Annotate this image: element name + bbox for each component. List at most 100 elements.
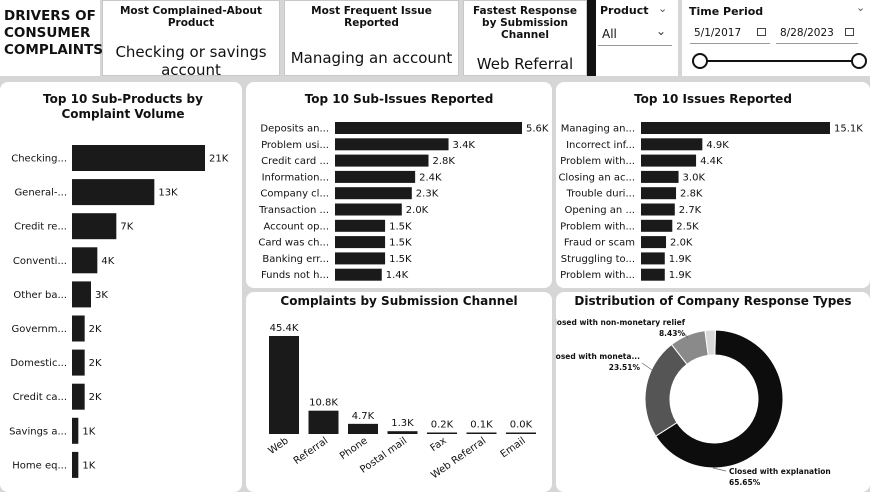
bar — [72, 247, 98, 274]
category-label: Governm... — [12, 324, 68, 335]
category-label: Savings a... — [9, 426, 67, 437]
bar — [641, 170, 679, 183]
category-label: Credit ca... — [13, 392, 67, 403]
product-selected-value: All — [602, 27, 617, 41]
value-label: 2.5K — [676, 221, 699, 232]
slice-percent-label: 8.43% — [659, 329, 686, 338]
bar — [427, 432, 457, 434]
value-label: 3.0K — [683, 172, 706, 183]
title-line-2: CONSUMER — [4, 25, 91, 41]
range-end-handle[interactable] — [851, 53, 867, 69]
bar — [506, 432, 536, 434]
value-label: 15.1K — [834, 124, 863, 135]
divider-bar — [587, 0, 596, 76]
category-label: Problem with... — [560, 221, 635, 232]
category-label: Credit re... — [14, 222, 67, 233]
responses-card: Distribution of Company Response Types C… — [556, 292, 870, 492]
value-label: 1.4K — [386, 270, 409, 281]
bar — [641, 122, 830, 134]
value-label: 10.8K — [309, 398, 338, 409]
bar — [641, 138, 703, 151]
range-start-handle[interactable] — [692, 53, 708, 69]
category-label: Email — [499, 435, 528, 460]
value-label: 3.4K — [453, 140, 476, 151]
title-line-3: COMPLAINTS — [4, 42, 104, 58]
bar — [72, 451, 79, 478]
bar — [335, 138, 449, 151]
subissues-card: Top 10 Sub-Issues Reported Deposits an..… — [246, 82, 552, 288]
bar — [641, 187, 677, 200]
category-label: Checking... — [11, 154, 67, 165]
kpi-value: Checking or savings account — [115, 43, 267, 79]
value-label: 4.4K — [700, 156, 723, 167]
category-label: Information... — [262, 172, 329, 183]
category-label: Referral — [292, 435, 330, 467]
bar — [335, 154, 429, 167]
responses-chart: Closed with explanation 65.65% Closed with… — [556, 318, 831, 487]
category-label: Problem usi... — [261, 140, 329, 151]
category-label: Card was ch... — [258, 238, 329, 249]
value-label: 2.8K — [680, 189, 703, 200]
end-date-input[interactable]: 8/28/2023 — [776, 24, 858, 44]
subproducts-card: Top 10 Sub-Products by Complaint Volume … — [0, 82, 242, 492]
bar — [335, 252, 386, 265]
kpi-value: Web Referral — [476, 55, 574, 73]
bar — [72, 213, 117, 240]
slice-percent-label: 65.65% — [729, 478, 761, 487]
value-label: 4.7K — [352, 411, 375, 422]
start-date-value: 5/1/2017 — [694, 27, 742, 39]
category-label: Domestic... — [10, 358, 67, 369]
value-label: 2.3K — [416, 189, 439, 200]
chevron-down-icon[interactable]: ⌄ — [856, 1, 865, 14]
category-label: Struggling to... — [561, 254, 635, 265]
value-label: 0.0K — [510, 420, 533, 431]
chevron-down-icon[interactable]: ⌄ — [658, 2, 667, 15]
bar — [72, 383, 85, 410]
category-label: Incorrect inf... — [566, 140, 635, 151]
category-label: Fax — [429, 435, 449, 454]
category-label: Company cl... — [260, 189, 329, 200]
chevron-down-icon: ⌄ — [656, 24, 667, 38]
slice-name-label: Closed with moneta... — [556, 352, 640, 361]
bar — [72, 417, 79, 444]
category-label: Other ba... — [13, 290, 67, 301]
kpi-most-complained-product: Most Complained-About Product Checking o… — [102, 0, 280, 79]
kpi-label: Fastest Response by Submission Channel — [473, 5, 577, 41]
category-label: Transaction ... — [258, 205, 329, 216]
category-label: Phone — [338, 435, 370, 462]
channels-card: Complaints by Submission Channel 45.4K We… — [246, 292, 552, 492]
value-label: 1.9K — [669, 254, 692, 265]
bar — [335, 236, 386, 249]
value-label: 21K — [209, 154, 229, 165]
product-slicer-label: Product — [600, 4, 649, 17]
bar — [335, 122, 522, 134]
category-label: General-... — [14, 188, 67, 199]
start-date-input[interactable]: 5/1/2017 — [690, 24, 770, 44]
bar — [466, 432, 497, 434]
value-label: 1K — [82, 460, 95, 471]
subissues-chart: Deposits an... 5.6K Problem usi... 3.4K Cred… — [258, 122, 549, 281]
category-label: Problem with... — [560, 270, 635, 281]
value-label: 13K — [158, 188, 178, 199]
dashboard-title: DRIVERS OF CONSUMER COMPLAINTS — [0, 0, 104, 76]
bar — [641, 252, 665, 265]
value-label: 7K — [120, 222, 133, 233]
issues-card: Top 10 Issues Reported Managing an... 15.… — [556, 82, 870, 288]
product-dropdown[interactable]: All ⌄ — [598, 24, 672, 46]
value-label: 2.7K — [679, 205, 702, 216]
bar — [641, 219, 673, 232]
calendar-icon — [845, 28, 854, 36]
slice-name-label: Closed with explanation — [729, 467, 831, 476]
value-label: 3K — [95, 290, 108, 301]
value-label: 2.0K — [406, 205, 429, 216]
bar — [641, 154, 697, 167]
category-label: Fraud or scam — [564, 238, 635, 249]
category-label: Trouble duri... — [565, 189, 635, 200]
value-label: 45.4K — [270, 323, 299, 334]
kpi-label: Most Complained-About Product — [119, 5, 263, 29]
category-label: Deposits an... — [260, 124, 329, 135]
category-label: Conventi... — [13, 256, 67, 267]
bar — [72, 315, 85, 342]
value-label: 1.3K — [391, 418, 414, 429]
end-date-value: 8/28/2023 — [780, 27, 834, 39]
